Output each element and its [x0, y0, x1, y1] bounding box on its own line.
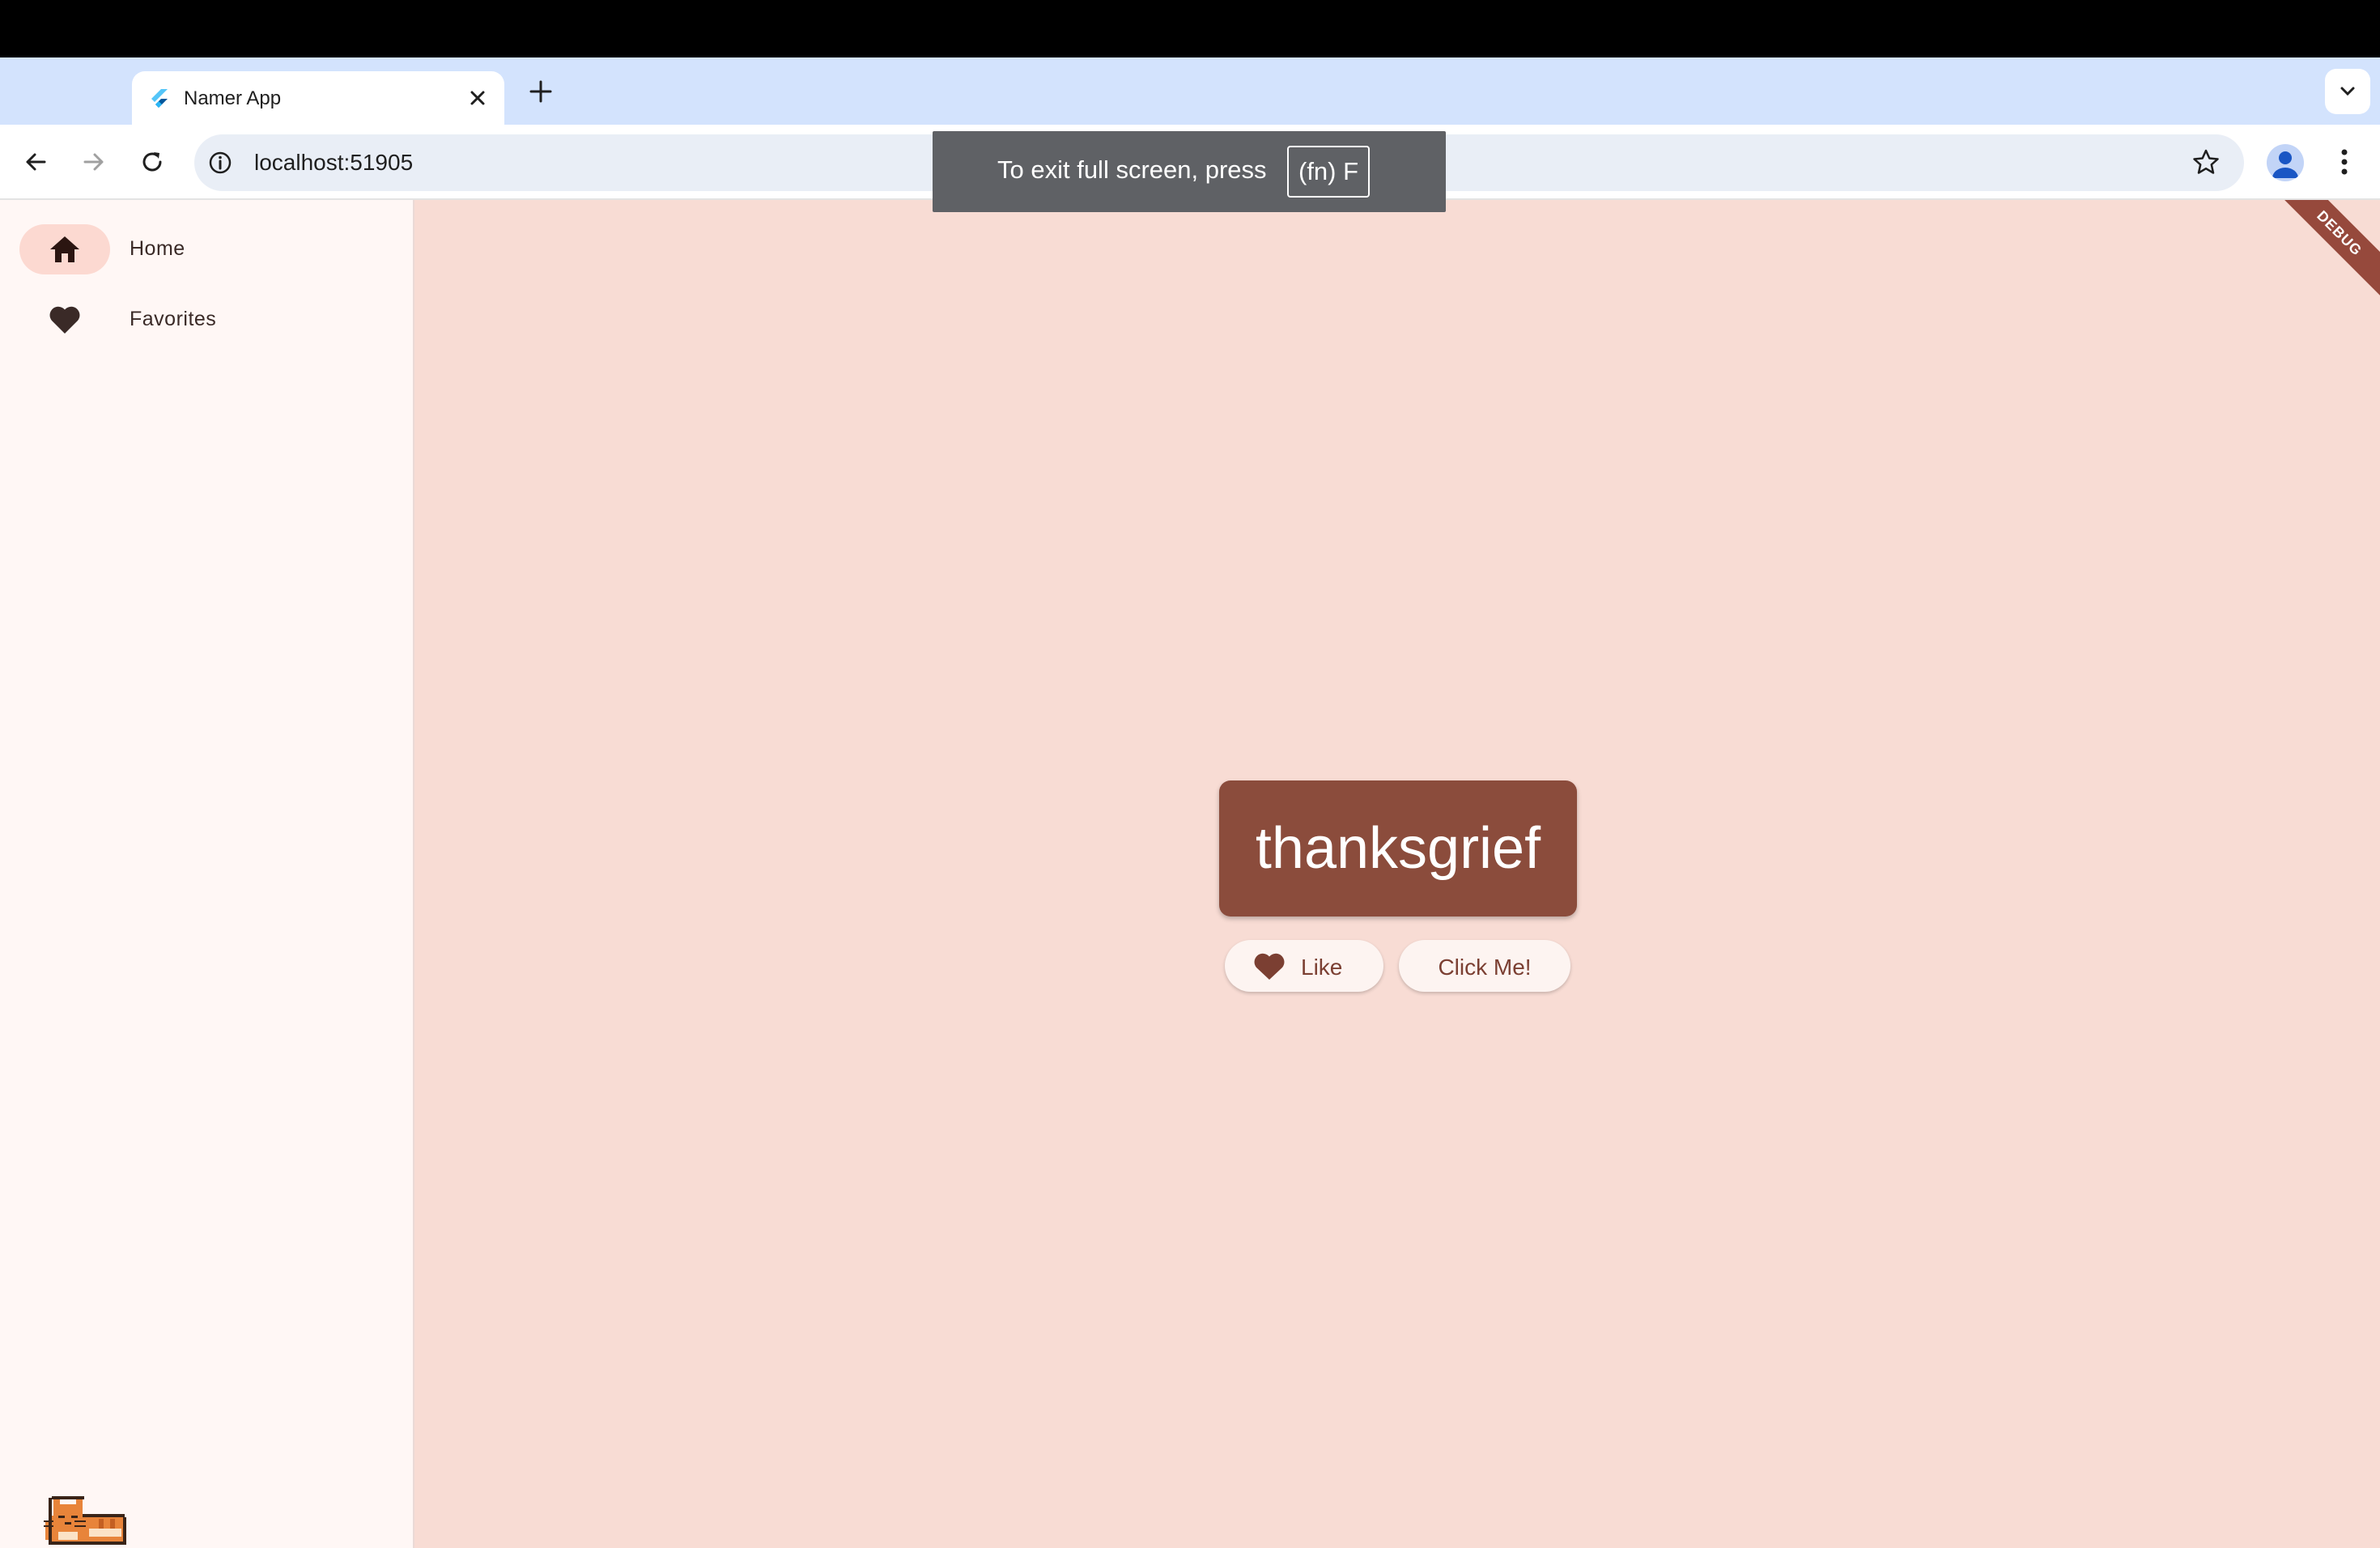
chevron-down-icon [2340, 87, 2355, 96]
toast-message: To exit full screen, press [997, 155, 1267, 184]
sleeping-cat-icon [44, 1496, 126, 1545]
heart-icon [1254, 953, 1285, 980]
new-tab-icon[interactable] [525, 75, 557, 108]
main-content: DEBUG thanksgrief Like Click Me! [414, 200, 2380, 1548]
like-button-label: Like [1301, 955, 1343, 980]
generated-word: thanksgrief [1255, 816, 1541, 881]
tab-search-button[interactable] [2325, 69, 2370, 114]
reload-button[interactable] [133, 142, 172, 181]
arrow-right-icon [83, 153, 104, 171]
heart-icon [49, 306, 80, 334]
arrow-left-icon [26, 153, 46, 171]
next-button[interactable]: Click Me! [1399, 940, 1570, 992]
app-viewport: Home Favorites DEBUG thanksgrief Like Cl… [0, 200, 2380, 1548]
next-button-label: Click Me! [1438, 955, 1532, 980]
fullscreen-exit-toast: To exit full screen, press (fn) F [933, 131, 1446, 212]
nav-item-favorites[interactable]: Favorites [0, 287, 413, 351]
word-card: thanksgrief [1219, 780, 1577, 916]
reload-icon [142, 152, 162, 172]
nav-item-home[interactable]: Home [0, 216, 413, 281]
more-vert-icon[interactable] [2331, 142, 2357, 181]
info-icon[interactable] [207, 150, 233, 176]
url-text[interactable]: localhost:51905 [254, 150, 413, 176]
browser-tab-strip: Namer App [0, 57, 2380, 125]
nav-label: Home [130, 237, 185, 260]
like-button[interactable]: Like [1225, 940, 1383, 992]
home-icon [50, 236, 79, 262]
system-top-bar [0, 0, 2380, 57]
tab-title: Namer App [184, 87, 282, 109]
nav-icon-container [19, 295, 110, 345]
forward-button[interactable] [74, 142, 113, 181]
flutter-icon [151, 89, 168, 108]
back-button[interactable] [16, 142, 55, 181]
profile-avatar[interactable] [2267, 144, 2304, 181]
nav-selected-indicator [19, 224, 110, 274]
close-icon[interactable] [464, 84, 491, 112]
nav-label: Favorites [130, 308, 217, 330]
toast-key-hint: (fn) F [1287, 146, 1371, 198]
bookmark-star-icon[interactable] [2191, 147, 2221, 178]
browser-tab[interactable]: Namer App [132, 71, 504, 125]
person-icon [2272, 151, 2298, 178]
navigation-rail: Home Favorites [0, 200, 414, 1548]
debug-banner: DEBUG [2259, 200, 2380, 313]
